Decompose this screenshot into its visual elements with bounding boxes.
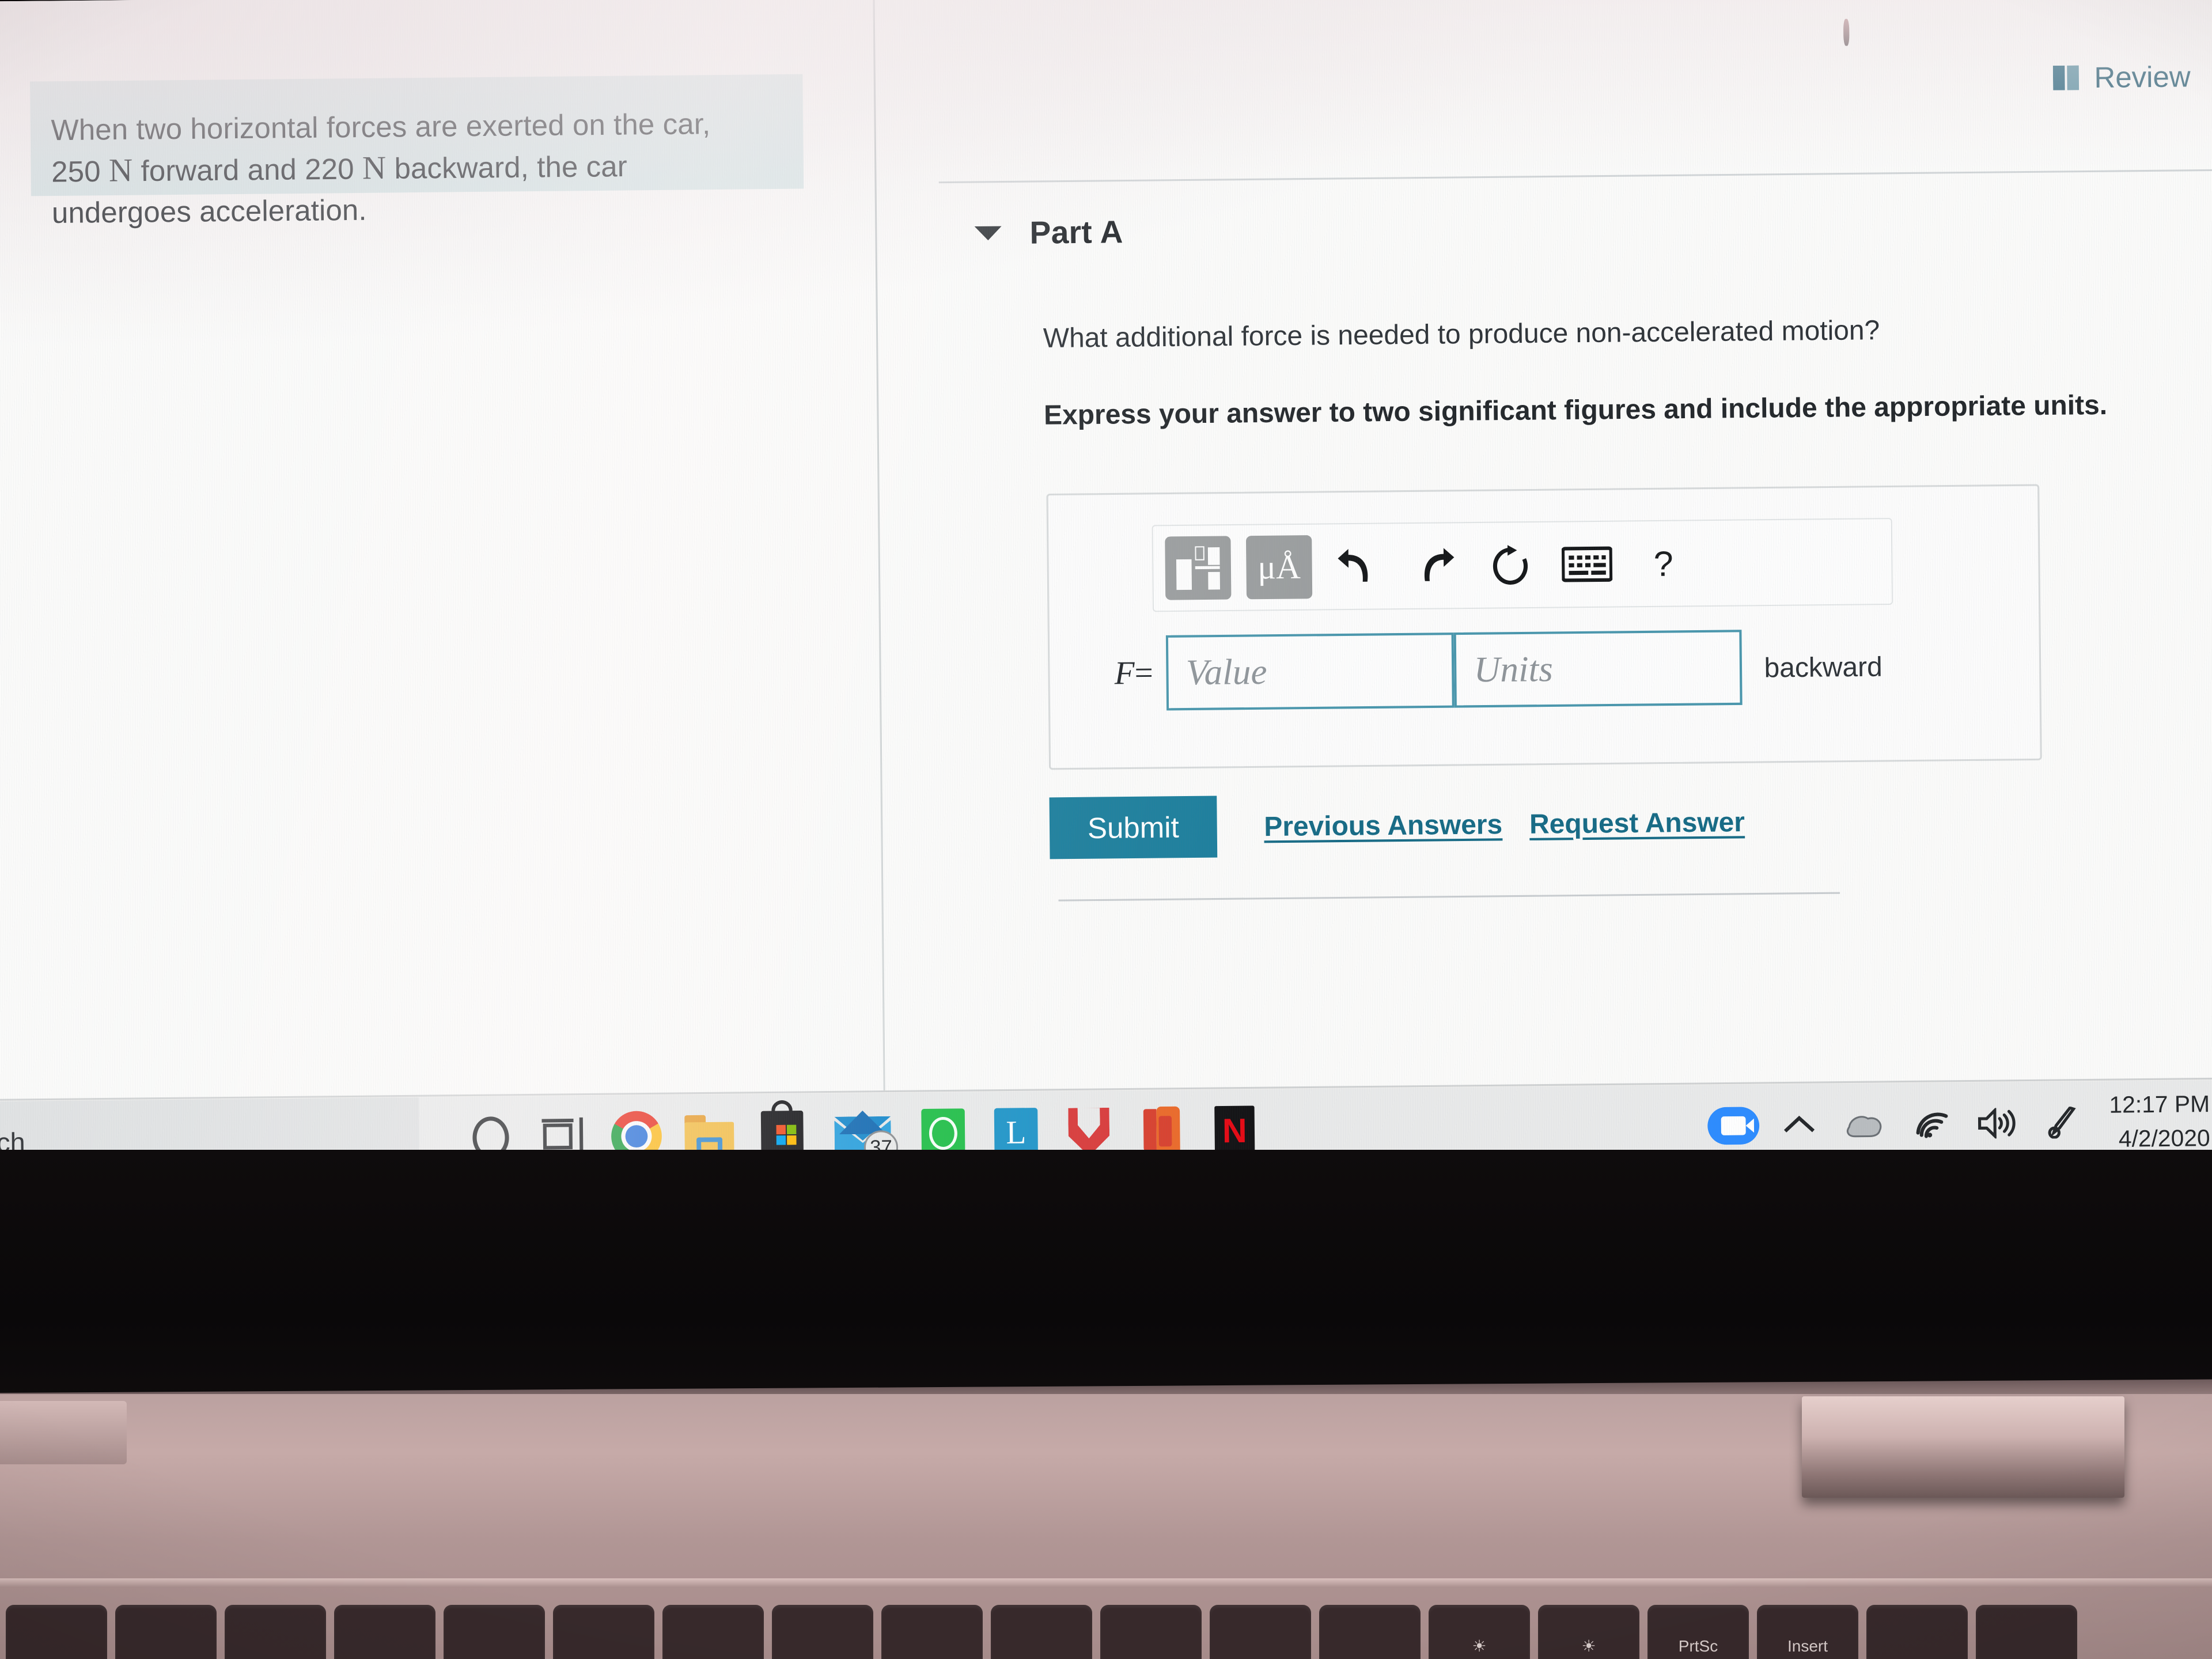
undo-icon[interactable] — [1327, 535, 1389, 599]
part-a-header[interactable]: Part A — [974, 214, 1123, 252]
redo-arrow-glyph — [1425, 548, 1455, 581]
clock-time: 12:17 PM — [2109, 1091, 2210, 1118]
clock[interactable]: 12:17 PM 4/2/2020 — [2109, 1087, 2210, 1156]
value-input[interactable]: Value — [1165, 632, 1455, 711]
math-toolbar: μÅ ? — [1152, 518, 1893, 612]
keyboard-key[interactable] — [662, 1605, 764, 1659]
submit-button[interactable]: Submit — [1049, 796, 1218, 859]
keyboard-key[interactable] — [553, 1605, 654, 1659]
previous-answers-link[interactable]: Previous Answers — [1264, 808, 1502, 842]
keyboard-key[interactable] — [1210, 1605, 1311, 1659]
keyboard-key[interactable] — [1100, 1605, 1202, 1659]
wifi-glyph — [1916, 1112, 1948, 1138]
request-answer-link[interactable]: Request Answer — [1529, 805, 1745, 840]
review-button[interactable]: Review — [2052, 60, 2191, 95]
keyboard-key[interactable] — [334, 1605, 435, 1659]
problem-line-3: undergoes acceleration. — [51, 193, 367, 230]
keyboard-key[interactable] — [1976, 1605, 2077, 1659]
problem-statement-text: When two horizontal forces are exerted o… — [51, 102, 834, 233]
screen-artifact — [1843, 18, 1850, 46]
keyboard-key[interactable] — [1319, 1605, 1421, 1659]
undo-arrow-glyph — [1338, 548, 1368, 582]
equals-sign: = — [1134, 654, 1154, 692]
keyboard-key[interactable]: ☀ — [1538, 1605, 1639, 1659]
laptop-photo: When two horizontal forces are exerted o… — [0, 0, 2212, 1659]
column-divider — [873, 0, 885, 1092]
problem-line-2-c: backward, the car — [386, 150, 628, 185]
value-placeholder: Value — [1185, 652, 1267, 692]
speaker-glyph — [1978, 1108, 2016, 1139]
keyboard-icon[interactable] — [1556, 532, 1618, 596]
part-a-label: Part A — [1029, 214, 1123, 251]
section-rule-top — [938, 169, 2212, 184]
units-input[interactable]: Units — [1453, 630, 1743, 708]
keyboard-key[interactable] — [1866, 1605, 1968, 1659]
keyboard-key[interactable] — [115, 1605, 217, 1659]
direction-suffix: backward — [1764, 650, 1883, 683]
reset-icon[interactable] — [1480, 533, 1541, 597]
unit-newton-1: N — [108, 152, 133, 189]
unit-newton-2: N — [362, 150, 387, 187]
reset-circle-glyph — [1493, 545, 1528, 585]
problem-line-2-a: 250 — [51, 154, 109, 188]
question-instruction: Express your answer to two significant f… — [1043, 389, 2108, 430]
hinge-right — [1802, 1396, 2124, 1498]
variable-label: F= — [1114, 654, 1153, 692]
cloud-glyph — [1846, 1116, 1882, 1138]
keyboard-key[interactable] — [881, 1605, 983, 1659]
keyboard-key[interactable] — [772, 1605, 873, 1659]
keyboard-key[interactable]: Insert — [1757, 1605, 1858, 1659]
hinge-left — [0, 1401, 127, 1464]
units-micro-angstrom-icon[interactable]: μÅ — [1245, 535, 1313, 600]
answer-card: μÅ ? F= Value Units backward — [1046, 484, 2042, 770]
keyboard-key[interactable]: ☀ — [1429, 1605, 1530, 1659]
keyboard-key[interactable] — [444, 1605, 545, 1659]
browser-page: When two horizontal forces are exerted o… — [0, 0, 2212, 1101]
laptop-screen: When two horizontal forces are exerted o… — [0, 0, 2212, 1184]
section-rule-bottom — [1058, 892, 1840, 902]
keyboard-key[interactable] — [6, 1605, 107, 1659]
template-icon[interactable] — [1165, 536, 1232, 600]
chevron-up-glyph — [1783, 1115, 1815, 1132]
pen-glyph — [2048, 1107, 2076, 1139]
problem-line-1: When two horizontal forces are exerted o… — [51, 107, 711, 147]
redo-icon[interactable] — [1403, 534, 1465, 598]
units-placeholder: Units — [1474, 649, 1554, 690]
caret-down-icon[interactable] — [974, 226, 1002, 241]
answer-entry-row: F= Value Units backward — [1050, 627, 2040, 711]
problem-line-2-b: forward and 220 — [132, 152, 363, 188]
units-glyph: μÅ — [1257, 547, 1301, 586]
review-label: Review — [2094, 60, 2191, 94]
keyboard-key[interactable] — [225, 1605, 326, 1659]
help-glyph: ? — [1653, 543, 1673, 584]
submit-row: Submit Previous Answers Request Answer — [1049, 791, 1745, 859]
question-prompt: What additional force is needed to produ… — [1043, 314, 1880, 354]
help-icon[interactable]: ? — [1633, 532, 1694, 596]
variable-name: F — [1114, 655, 1135, 692]
book-icon — [2052, 65, 2080, 90]
keyboard-key[interactable] — [991, 1605, 1092, 1659]
keyboard-key[interactable]: PrtSc — [1647, 1605, 1749, 1659]
deck-ridge — [0, 1578, 2212, 1588]
keyboard-glyph — [1561, 546, 1613, 582]
template-glyph — [1176, 546, 1220, 590]
keyboard-row: ☀ ☀ PrtSc Insert — [0, 1605, 2212, 1659]
